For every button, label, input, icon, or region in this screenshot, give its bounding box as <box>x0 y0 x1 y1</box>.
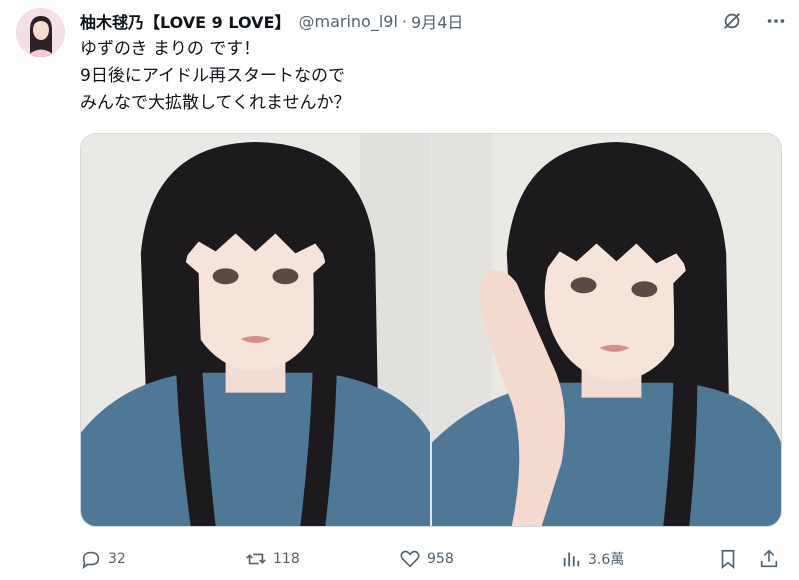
reply-button[interactable]: 32 <box>80 545 126 573</box>
views-icon <box>563 552 580 567</box>
photo-right[interactable] <box>432 134 781 526</box>
media-grid <box>80 133 782 527</box>
views-count: 3.6萬 <box>588 552 625 568</box>
reply-icon <box>82 551 100 570</box>
post-text-line: 9日後にアイドル再スタートなので <box>80 66 345 86</box>
bookmark-button[interactable] <box>717 545 739 573</box>
like-count: 958 <box>427 551 454 567</box>
heart-icon <box>400 550 420 568</box>
post-text-line: ゆずのき まりの です！ <box>80 39 261 59</box>
separator: · <box>401 11 408 31</box>
photo-left[interactable] <box>81 134 430 526</box>
post-text: ゆずのき まりの です！ 9日後にアイドル再スタートなので みんなで大拡散してく… <box>80 36 640 117</box>
post-date[interactable]: 9月4日 <box>411 9 463 33</box>
reply-count: 32 <box>108 551 126 567</box>
share-button[interactable] <box>758 545 780 573</box>
like-button[interactable]: 958 <box>399 545 454 573</box>
views-button[interactable]: 3.6萬 <box>560 545 624 573</box>
user-handle[interactable]: @marino_l9l <box>299 12 398 31</box>
display-name[interactable]: 柚木毬乃【LOVE 9 LOVE】 <box>80 9 291 33</box>
repost-icon <box>246 553 266 565</box>
grok-icon[interactable] <box>719 8 745 34</box>
post-top-actions <box>719 8 789 34</box>
repost-count: 118 <box>273 551 300 567</box>
post-text-line: みんなで大拡散してくれませんか？ <box>80 93 351 113</box>
avatar[interactable] <box>16 8 65 57</box>
more-icon[interactable] <box>763 8 789 34</box>
repost-button[interactable]: 118 <box>245 545 300 573</box>
bookmark-icon <box>721 549 735 570</box>
share-icon <box>760 549 778 568</box>
post-header: 柚木毬乃【LOVE 9 LOVE】 @marino_l9l · 9月4日 <box>80 8 783 34</box>
post-actions: 32 118 958 3.6萬 <box>80 545 780 573</box>
